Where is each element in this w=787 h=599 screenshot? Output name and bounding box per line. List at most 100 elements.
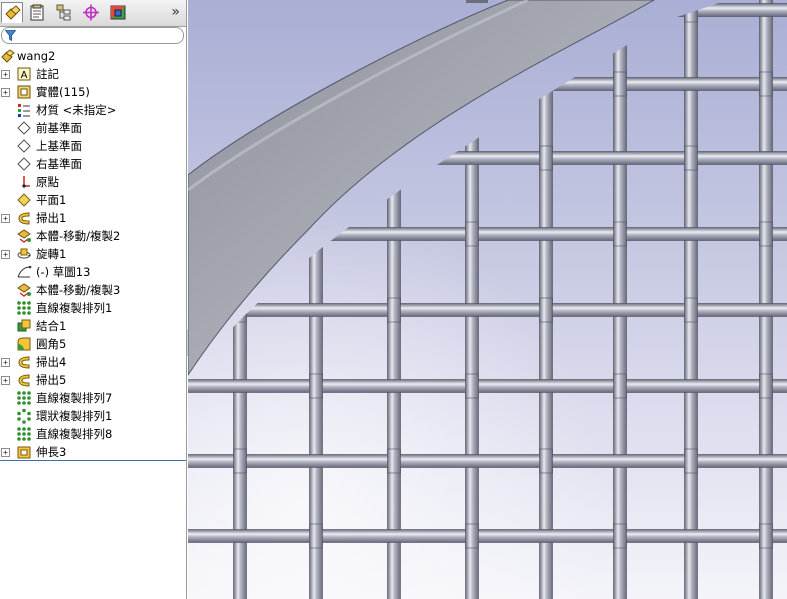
tree-item-icon-wrap — [16, 282, 32, 298]
tree-item[interactable]: 平面1 — [0, 191, 186, 209]
revolve-icon — [17, 248, 31, 259]
tab-configurationmanager[interactable] — [53, 2, 75, 23]
tree-item-label: 材質 <未指定> — [36, 103, 117, 117]
tree-item-icon-wrap — [16, 174, 32, 190]
material-icon — [18, 104, 30, 117]
tree-item-label: 直線複製排列8 — [36, 427, 113, 441]
collapse-panel-button[interactable]: » — [171, 3, 180, 21]
tree-item-icon-wrap — [16, 210, 32, 226]
linear-pattern-icon — [17, 427, 31, 441]
tree-item-label: 註記 — [36, 67, 59, 81]
tree-item[interactable]: + 旋轉1 — [0, 245, 186, 263]
tree-item-label: 原點 — [36, 175, 59, 189]
expand-toggle[interactable]: + — [1, 376, 10, 385]
tab-featuremanager[interactable] — [1, 2, 23, 23]
tree-item[interactable]: + 伸長3 — [0, 443, 186, 461]
tree-item-label: 結合1 — [36, 319, 67, 333]
tree-item-icon-wrap — [16, 264, 32, 280]
linear-pattern-icon — [17, 391, 31, 405]
tab-displaymanager[interactable] — [107, 2, 129, 23]
ref-plane-icon — [17, 193, 31, 207]
tree-item[interactable]: 材質 <未指定> — [0, 101, 186, 119]
solid-bodies-icon — [17, 85, 31, 99]
tree-item-label: 掃出1 — [36, 211, 67, 225]
tree-item-label: 前基準面 — [36, 121, 82, 135]
display-manager-icon — [110, 5, 126, 20]
configurationmanager-icon — [56, 4, 71, 21]
tree-item-label: (-) 草圖13 — [36, 265, 91, 279]
tree-item[interactable]: 前基準面 — [0, 119, 186, 137]
rollback-bar[interactable] — [0, 460, 186, 461]
tree-item-icon-wrap — [16, 336, 32, 352]
graphics-viewport[interactable] — [188, 0, 787, 599]
tree-item-icon-wrap: A — [16, 66, 32, 82]
tree-item-label: 圓角5 — [36, 337, 67, 351]
tree-item-icon-wrap — [16, 408, 32, 424]
expand-toggle[interactable]: + — [1, 88, 10, 97]
plane-icon — [17, 121, 31, 135]
tree-item[interactable]: + 掃出4 — [0, 353, 186, 371]
tree-item-icon-wrap — [16, 120, 32, 136]
tree-item-icon-wrap — [16, 372, 32, 388]
tree-item[interactable]: 右基準面 — [0, 155, 186, 173]
move-copy-body-icon — [17, 283, 31, 297]
expand-toggle[interactable]: + — [1, 250, 10, 259]
tree-item-label: 直線複製排列1 — [36, 301, 113, 315]
tree-item[interactable]: + 實體(115) — [0, 83, 186, 101]
tree-item[interactable]: 本體-移動/複製2 — [0, 227, 186, 245]
move-copy-body-icon — [17, 229, 31, 243]
tree-item[interactable]: 直線複製排列7 — [0, 389, 186, 407]
sweep-icon — [18, 212, 30, 225]
tree-root-label: wang2 — [17, 49, 56, 63]
tree-item[interactable]: 結合1 — [0, 317, 186, 335]
tree-item[interactable]: 上基準面 — [0, 137, 186, 155]
tree-item-icon-wrap — [16, 102, 32, 118]
tree-item-label: 掃出4 — [36, 355, 67, 369]
panel-tab-bar: » — [0, 0, 186, 27]
filter-icon — [5, 30, 16, 41]
tree-item-icon-wrap — [16, 246, 32, 262]
tree-item-icon-wrap — [16, 426, 32, 442]
tree-item[interactable]: 原點 — [0, 173, 186, 191]
tree-item[interactable]: (-) 草圖13 — [0, 263, 186, 281]
expand-toggle[interactable]: + — [1, 358, 10, 367]
expand-toggle[interactable]: + — [1, 70, 10, 79]
tree-item-icon-wrap — [16, 318, 32, 334]
tree-item-icon-wrap — [16, 444, 32, 460]
tree-item-label: 環狀複製排列1 — [36, 409, 113, 423]
circular-pattern-icon — [17, 408, 31, 424]
expand-toggle[interactable]: + — [1, 448, 10, 457]
root-icon-wrap — [0, 48, 16, 64]
tab-dimxpert[interactable] — [80, 2, 102, 23]
sweep-icon — [18, 374, 30, 387]
sketch-icon — [17, 265, 32, 278]
tree-item-icon-wrap — [16, 192, 32, 208]
tree-item[interactable]: 直線複製排列8 — [0, 425, 186, 443]
expand-toggle[interactable]: + — [1, 214, 10, 223]
tree-item-label: 伸長3 — [36, 445, 67, 459]
tree-item[interactable]: + 掃出1 — [0, 209, 186, 227]
tree-item[interactable]: 直線複製排列1 — [0, 299, 186, 317]
mesh-horizontal-wire — [188, 379, 787, 393]
tree-item-label: 平面1 — [36, 193, 67, 207]
tree-item-label: 本體-移動/複製2 — [36, 229, 121, 243]
tree-item-icon-wrap — [16, 84, 32, 100]
tree-item-label: 右基準面 — [36, 157, 82, 171]
tab-propertymanager[interactable] — [26, 2, 48, 23]
linear-pattern-icon — [17, 301, 31, 315]
tree-item[interactable]: 圓角5 — [0, 335, 186, 353]
tree-filter-input[interactable] — [1, 27, 184, 44]
tree-item-label: 實體(115) — [36, 85, 90, 99]
feature-manager-panel: » wang2 + A 註記 + 實體(115) 材質 <未指定> 前基準面上基準面右基準面原… — [0, 0, 187, 599]
extrude-icon — [17, 446, 31, 459]
mesh-horizontal-wire — [188, 529, 787, 543]
part-icon — [1, 49, 15, 63]
tree-root[interactable]: wang2 — [0, 47, 186, 65]
tree-item[interactable]: 環狀複製排列1 — [0, 407, 186, 425]
tree-item-icon-wrap — [16, 354, 32, 370]
tree-item[interactable]: + 掃出5 — [0, 371, 186, 389]
tree-item[interactable]: + A 註記 — [0, 65, 186, 83]
tree-item[interactable]: 本體-移動/複製3 — [0, 281, 186, 299]
origin-icon — [22, 176, 30, 188]
feature-tree: wang2 + A 註記 + 實體(115) 材質 <未指定> 前基準面上基準面右基準面原點平… — [0, 47, 186, 461]
